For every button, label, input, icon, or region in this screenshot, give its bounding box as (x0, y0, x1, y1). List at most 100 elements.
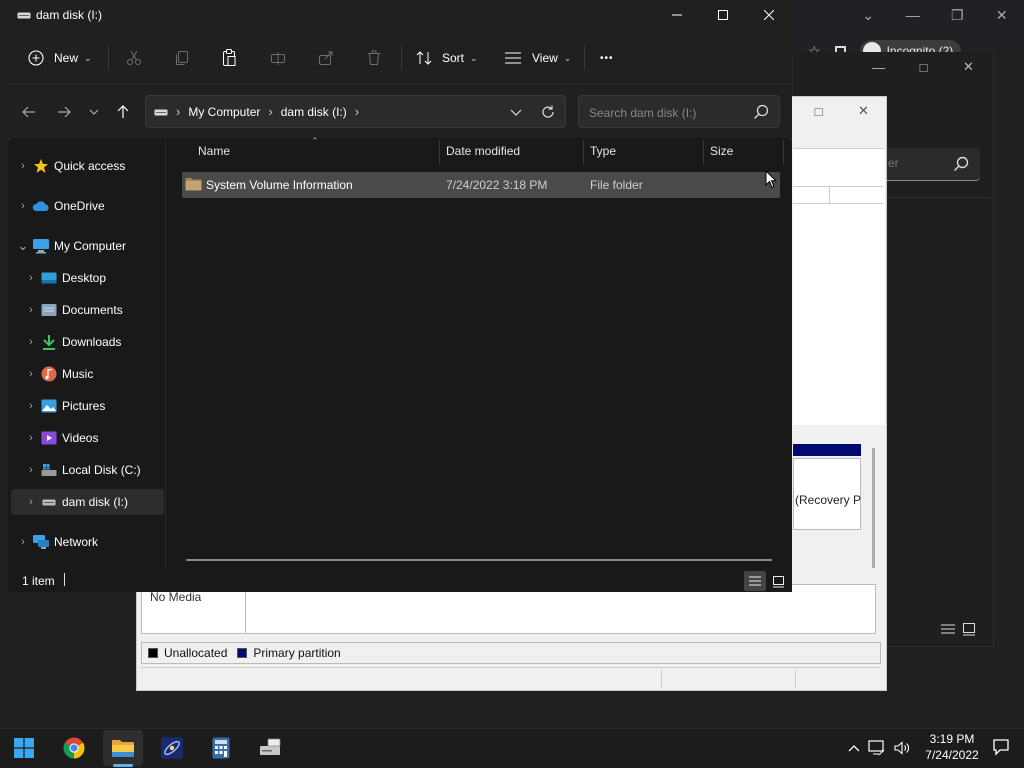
chevron-right-icon[interactable]: › (22, 304, 40, 316)
maximize-icon[interactable]: □ (796, 96, 841, 126)
documents-icon (40, 302, 58, 318)
new-button[interactable]: New ⌄ (28, 44, 92, 72)
refresh-icon[interactable] (540, 104, 556, 120)
network-monitor-icon[interactable] (868, 740, 886, 756)
sidebar-item-music[interactable]: › Music (22, 362, 93, 386)
volume-icon[interactable] (894, 741, 910, 755)
chevron-right-icon[interactable]: › (268, 104, 272, 119)
taskbar-calculator[interactable] (201, 730, 241, 766)
tiles-view-button[interactable] (770, 571, 786, 591)
breadcrumb-my-computer[interactable]: My Computer (188, 105, 260, 119)
sidebar-item-dam-disk[interactable]: › dam disk (I:) (22, 490, 128, 514)
chevron-right-icon[interactable]: › (14, 536, 32, 548)
column-header-name[interactable]: Name (198, 144, 230, 162)
chevron-right-icon[interactable]: › (22, 464, 40, 476)
sidebar-item-pictures[interactable]: › Pictures (22, 394, 105, 418)
chevron-right-icon[interactable]: › (22, 400, 40, 412)
horizontal-scrollbar[interactable] (186, 559, 772, 561)
background-search-input[interactable]: er (880, 148, 980, 181)
cut-button[interactable] (126, 44, 142, 72)
drive-icon (40, 494, 58, 510)
search-icon[interactable] (753, 104, 769, 120)
sidebar-item-documents[interactable]: › Documents (22, 298, 123, 322)
chevron-right-icon[interactable]: › (22, 336, 40, 348)
search-box[interactable] (578, 95, 780, 128)
maximize-button[interactable] (700, 0, 746, 30)
view-button[interactable]: View ⌄ (504, 44, 571, 72)
taskbar-galaxy-app[interactable] (152, 730, 192, 766)
sidebar-item-downloads[interactable]: › Downloads (22, 330, 121, 354)
close-icon[interactable]: ✕ (980, 0, 1024, 30)
scrollbar[interactable] (872, 448, 875, 568)
chevron-right-icon[interactable]: › (22, 432, 40, 444)
sidebar-item-network[interactable]: › Network (14, 530, 98, 554)
column-header-size[interactable]: Size (710, 144, 733, 162)
details-view-icon[interactable] (940, 622, 956, 636)
notification-icon[interactable] (992, 738, 1010, 756)
start-button[interactable] (4, 730, 44, 766)
chevron-down-icon[interactable]: ⌄ (14, 238, 32, 254)
sidebar-item-label: Downloads (62, 335, 122, 349)
back-button[interactable] (15, 98, 43, 126)
chevron-down-icon[interactable]: ⌄ (846, 0, 891, 30)
minimize-button[interactable] (654, 0, 700, 30)
column-divider[interactable] (703, 140, 704, 164)
taskbar-disk-tool[interactable] (250, 730, 290, 766)
galaxy-app-icon (161, 737, 183, 759)
search-input[interactable] (587, 104, 751, 122)
share-button[interactable] (318, 44, 334, 72)
column-divider[interactable] (783, 140, 784, 164)
paste-icon (223, 49, 236, 66)
up-button[interactable] (109, 98, 137, 126)
sort-button[interactable]: Sort ⌄ (416, 44, 478, 72)
trash-icon (367, 50, 381, 65)
chevron-down-icon[interactable] (508, 104, 524, 120)
minimize-icon[interactable]: — (856, 52, 901, 82)
more-options-button[interactable]: ••• (600, 44, 614, 72)
column-divider[interactable] (583, 140, 584, 164)
maximize-icon (718, 10, 728, 20)
minimize-icon[interactable]: — (891, 0, 936, 30)
details-view-icon (749, 576, 761, 586)
sidebar-item-desktop[interactable]: › Desktop (22, 266, 106, 290)
taskbar-file-explorer[interactable] (103, 730, 143, 766)
column-header-type[interactable]: Type (590, 144, 616, 162)
restore-icon[interactable]: ❐ (935, 0, 980, 30)
tiles-view-icon[interactable] (962, 622, 976, 636)
sidebar-item-onedrive[interactable]: › OneDrive (14, 194, 105, 218)
chevron-right-icon[interactable]: › (14, 160, 32, 172)
chevron-right-icon[interactable]: › (14, 200, 32, 212)
chevron-right-icon[interactable]: › (22, 368, 40, 380)
details-view-button[interactable] (744, 571, 766, 591)
chevron-right-icon[interactable]: › (22, 496, 40, 508)
breadcrumb-dam-disk[interactable]: dam disk (I:) (281, 105, 347, 119)
sidebar-item-quick-access[interactable]: › Quick access (14, 154, 125, 178)
paste-button[interactable] (221, 44, 237, 72)
delete-button[interactable] (366, 44, 382, 72)
maximize-icon[interactable]: □ (901, 52, 946, 82)
chevron-right-icon[interactable]: › (22, 272, 40, 284)
chevron-right-icon[interactable]: › (355, 104, 359, 119)
file-name[interactable]: System Volume Information (206, 178, 353, 192)
unallocated-swatch (148, 648, 158, 658)
taskbar-chrome[interactable] (54, 730, 94, 766)
sidebar-item-local-disk[interactable]: › Local Disk (C:) (22, 458, 141, 482)
close-icon[interactable]: ✕ (841, 96, 886, 126)
taskbar-clock[interactable]: 3:19 PM 7/24/2022 (918, 731, 986, 765)
recovery-partition-block[interactable]: (Recovery P (793, 458, 861, 530)
column-header-date-modified[interactable]: Date modified (446, 144, 520, 162)
rename-button[interactable] (270, 44, 286, 72)
close-button[interactable] (746, 0, 792, 30)
sidebar-item-videos[interactable]: › Videos (22, 426, 98, 450)
chevron-up-icon[interactable] (848, 744, 860, 752)
sidebar-item-my-computer[interactable]: ⌄ My Computer (14, 234, 126, 258)
rename-icon (271, 52, 285, 65)
recent-locations-button[interactable] (80, 98, 108, 126)
column-divider[interactable] (439, 140, 440, 164)
copy-button[interactable] (174, 44, 190, 72)
address-bar[interactable]: › My Computer › dam disk (I:) › (145, 95, 566, 128)
forward-button[interactable] (50, 98, 78, 126)
plus-circle-icon (28, 50, 44, 66)
partition-label: (Recovery P (795, 493, 862, 507)
close-icon[interactable]: ✕ (946, 52, 991, 82)
